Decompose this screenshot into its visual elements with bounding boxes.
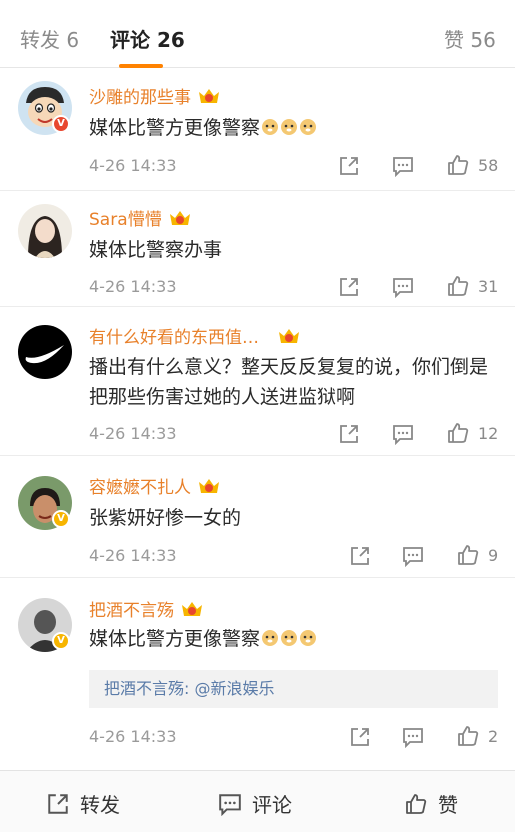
comment-icon	[219, 793, 241, 816]
reply-button[interactable]	[402, 545, 424, 567]
doge-icon	[262, 630, 279, 646]
vip-crown-icon	[199, 478, 219, 493]
tab-active-indicator	[119, 64, 163, 68]
vip-crown-icon	[279, 328, 299, 343]
comment-text: 张紫妍好惨一女的	[89, 507, 242, 529]
bottom-action-bar: 转发 评论 赞	[0, 770, 515, 832]
comment-time: 4-26 14:33	[89, 424, 177, 443]
share-button[interactable]	[349, 726, 371, 748]
comment-item: V 容嬷嬷不扎人 张紫妍好惨一女的 4-26 14:33 9	[0, 456, 515, 578]
comment-icon	[393, 425, 413, 445]
doge-icon	[262, 119, 279, 135]
vip-crown-icon	[169, 210, 190, 225]
reply-button[interactable]	[402, 726, 424, 748]
reply-button[interactable]	[392, 423, 414, 445]
tab-likes[interactable]: 赞 56	[444, 24, 496, 53]
thumbs-up-icon	[448, 423, 469, 443]
share-button[interactable]	[338, 423, 360, 445]
doge-icon	[281, 630, 298, 646]
share-icon	[340, 425, 358, 443]
verified-badge: V	[52, 632, 70, 650]
like-count: 9	[488, 545, 499, 565]
comment-icon	[403, 547, 423, 567]
vip-crown-icon	[182, 601, 202, 616]
verified-badge: V	[52, 115, 70, 133]
share-icon	[340, 157, 358, 175]
like-count: 2	[488, 726, 499, 746]
comment-username[interactable]: 把酒不言殇	[89, 596, 174, 621]
verified-badge: V	[52, 510, 70, 528]
comment-text: 媒体比警方更像警察	[89, 113, 499, 143]
reposted-quote[interactable]: 把酒不言殇: @新浪娱乐	[89, 670, 498, 708]
comment-icon	[393, 157, 413, 177]
share-icon	[351, 728, 369, 746]
comment-item: 有什么好看的东西值… 播出有什么意义？整天反反复复的说，你们倒是把那些伤害过她的…	[0, 307, 515, 456]
doge-icon	[281, 119, 298, 135]
comment-label: 评论	[252, 793, 292, 817]
thumbs-up-icon	[458, 726, 479, 746]
comment-time: 4-26 14:33	[89, 156, 177, 175]
comment-username[interactable]: Sara懵懵	[89, 205, 162, 230]
like-label: 赞	[438, 793, 458, 817]
repost-label: 转发	[80, 793, 120, 817]
avatar[interactable]	[18, 325, 72, 379]
repost-button[interactable]: 转发	[46, 789, 120, 818]
like-button[interactable]: 58	[446, 153, 498, 177]
comment-text: 媒体比警方更像警察	[89, 624, 499, 654]
thumbs-up-icon	[448, 276, 469, 296]
mention-link[interactable]: @新浪娱乐	[189, 679, 274, 698]
avatar[interactable]	[18, 204, 72, 258]
comment-text: 媒体比警察办事	[89, 239, 223, 261]
share-button[interactable]	[349, 545, 371, 567]
share-icon	[351, 547, 369, 565]
like-button[interactable]: 9	[456, 543, 498, 567]
share-icon	[48, 793, 68, 814]
like-count: 58	[478, 155, 499, 175]
comment-username[interactable]: 有什么好看的东西值…	[89, 323, 259, 348]
comment-text: 播出有什么意义？整天反反复复的说，你们倒是把那些伤害过她的人送进监狱啊	[89, 356, 489, 408]
like-count: 31	[478, 276, 499, 296]
like-count: 12	[478, 423, 499, 443]
thumbs-up-icon	[406, 793, 427, 814]
comment-button[interactable]: 评论	[218, 789, 292, 818]
comment-time: 4-26 14:33	[89, 277, 177, 296]
comment-item: V 沙雕的那些事 媒体比警方更像警察 4-26 14:33 58	[0, 69, 515, 191]
tab-comments[interactable]: 评论 26	[110, 24, 185, 53]
vip-crown-icon	[199, 88, 219, 103]
doge-icon	[300, 630, 317, 646]
like-button[interactable]: 12	[446, 421, 498, 445]
comment-username[interactable]: 沙雕的那些事	[89, 83, 191, 108]
thumbs-up-icon	[448, 155, 469, 175]
comment-item: V 把酒不言殇 媒体比警方更像警察 把酒不言殇: @新浪娱乐 4-26 14:3…	[0, 578, 515, 770]
comment-item: Sara懵懵 媒体比警察办事 4-26 14:33 31	[0, 191, 515, 307]
share-button[interactable]	[338, 155, 360, 177]
like-button[interactable]: 2	[456, 724, 498, 748]
like-button[interactable]: 31	[446, 274, 498, 298]
comment-icon	[393, 278, 413, 298]
comment-time: 4-26 14:33	[89, 727, 177, 746]
comment-username[interactable]: 容嬷嬷不扎人	[89, 473, 191, 498]
share-button[interactable]	[338, 276, 360, 298]
comment-icon	[403, 728, 423, 748]
share-icon	[340, 278, 358, 296]
comment-time: 4-26 14:33	[89, 546, 177, 565]
comment-tabs: 转发 6 评论 26 赞 56	[0, 0, 515, 68]
reply-button[interactable]	[392, 155, 414, 177]
like-post-button[interactable]: 赞	[404, 789, 458, 818]
quote-user[interactable]: 把酒不言殇:	[104, 679, 189, 698]
tab-repost[interactable]: 转发 6	[20, 24, 79, 53]
reply-button[interactable]	[392, 276, 414, 298]
thumbs-up-icon	[458, 545, 479, 565]
doge-icon	[300, 119, 317, 135]
